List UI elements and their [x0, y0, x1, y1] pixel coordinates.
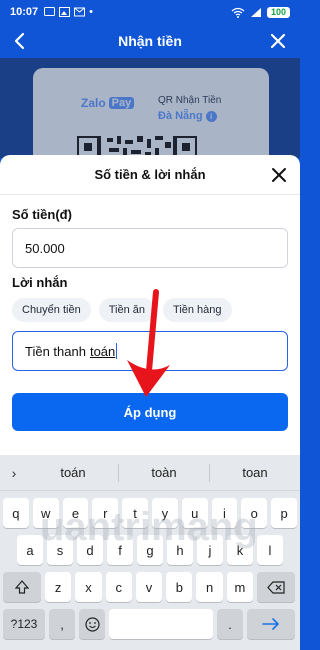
chip-tien-an[interactable]: Tiền ăn — [98, 298, 156, 322]
logo-pay-text: Pay — [108, 97, 135, 109]
chip-tien-hang[interactable]: Tiền hàng — [163, 298, 232, 322]
qr-title: QR Nhận Tiền — [158, 95, 222, 106]
message-icon — [44, 7, 56, 16]
key-x[interactable]: x — [75, 572, 102, 602]
emoji-key[interactable] — [79, 609, 105, 639]
key-r[interactable]: r — [92, 498, 119, 528]
logo-main-text: Zalo — [81, 96, 106, 110]
key-row-1: q w e r t y u i o p — [0, 498, 300, 528]
key-t[interactable]: t — [122, 498, 148, 528]
suggestion-bar: › toán toàn toan — [0, 455, 300, 491]
key-v[interactable]: v — [135, 572, 163, 602]
arrow-right-icon — [262, 618, 279, 630]
key-y[interactable]: y — [151, 498, 178, 528]
chevron-right-icon[interactable]: › — [0, 465, 28, 481]
key-g[interactable]: g — [137, 535, 163, 565]
key-i[interactable]: i — [211, 498, 238, 528]
key-u[interactable]: u — [181, 498, 208, 528]
key-row-4: ?123 , . — [0, 609, 300, 639]
suggestion-1[interactable]: toán — [28, 465, 118, 480]
signal-icon — [250, 7, 261, 17]
text-cursor — [116, 343, 118, 359]
status-icons-left: • — [44, 6, 93, 18]
enter-key[interactable] — [247, 609, 295, 639]
message-label: Lời nhắn — [12, 275, 68, 290]
message-chips: Chuyển tiền Tiền ăn Tiền hàng — [12, 298, 232, 322]
sheet-close-icon[interactable] — [270, 166, 288, 184]
zalopay-logo: Zalo Pay — [81, 96, 135, 110]
key-row-2: a s d f g h j k l — [0, 535, 300, 565]
image-icon — [59, 7, 71, 17]
key-a[interactable]: a — [17, 535, 43, 565]
backspace-key[interactable] — [257, 572, 296, 602]
shift-key[interactable] — [3, 572, 41, 602]
key-h[interactable]: h — [167, 535, 193, 565]
key-s[interactable]: s — [47, 535, 73, 565]
amount-label: Số tiền(đ) — [12, 207, 72, 222]
suggestion-2[interactable]: toàn — [119, 465, 209, 480]
qr-location-text: Đà Nẵng — [158, 110, 203, 122]
apply-button[interactable]: Áp dụng — [12, 393, 288, 431]
backspace-icon — [267, 580, 285, 594]
page-title: Nhận tiền — [118, 33, 182, 49]
key-k[interactable]: k — [227, 535, 253, 565]
key-l[interactable]: l — [257, 535, 283, 565]
key-z[interactable]: z — [45, 572, 72, 602]
more-dots-icon: • — [89, 6, 93, 18]
key-p[interactable]: p — [271, 498, 297, 528]
key-e[interactable]: e — [62, 498, 89, 528]
message-text: Tiền thanh — [25, 343, 86, 359]
key-n[interactable]: n — [196, 572, 223, 602]
suggestion-3[interactable]: toan — [210, 465, 300, 480]
key-j[interactable]: j — [197, 535, 223, 565]
wifi-icon — [231, 7, 245, 18]
amount-value: 50.000 — [25, 240, 65, 256]
key-m[interactable]: m — [226, 572, 254, 602]
key-f[interactable]: f — [107, 535, 133, 565]
key-w[interactable]: w — [32, 498, 59, 528]
info-icon[interactable]: i — [205, 110, 217, 122]
comma-key[interactable]: , — [49, 609, 75, 639]
sheet-title: Số tiền & lời nhắn — [94, 167, 206, 182]
qr-location: Đà Nẵng i — [158, 110, 217, 122]
shift-icon — [15, 580, 29, 594]
status-bar: 10:07 • 100 — [0, 0, 300, 24]
sheet-header: Số tiền & lời nhắn — [0, 155, 300, 195]
emoji-icon — [84, 616, 100, 632]
key-c[interactable]: c — [105, 572, 132, 602]
battery-indicator: 100 — [266, 6, 290, 18]
status-icons-right: 100 — [231, 6, 290, 18]
key-row-3: z x c v b n m — [0, 572, 300, 602]
amount-input[interactable]: 50.000 — [12, 228, 288, 268]
key-d[interactable]: d — [77, 535, 103, 565]
key-q[interactable]: q — [3, 498, 29, 528]
symbols-key[interactable]: ?123 — [3, 609, 45, 639]
period-key[interactable]: . — [217, 609, 243, 639]
key-b[interactable]: b — [166, 572, 193, 602]
status-time: 10:07 — [10, 6, 39, 18]
message-input[interactable]: Tiền thanh toán — [12, 331, 288, 371]
key-o[interactable]: o — [241, 498, 268, 528]
amount-message-sheet: Số tiền & lời nhắn Số tiền(đ) 50.000 Lời… — [0, 155, 300, 455]
nav-header: Nhận tiền — [0, 24, 300, 58]
keyboard: › toán toàn toan q w e r t y u i o p a s… — [0, 455, 300, 650]
chip-chuyen-tien[interactable]: Chuyển tiền — [12, 298, 91, 322]
message-composing-word: toán — [89, 343, 116, 359]
mail-icon — [74, 7, 86, 17]
space-key[interactable] — [109, 609, 213, 639]
back-arrow-icon[interactable] — [10, 31, 30, 51]
close-icon[interactable] — [268, 31, 288, 51]
